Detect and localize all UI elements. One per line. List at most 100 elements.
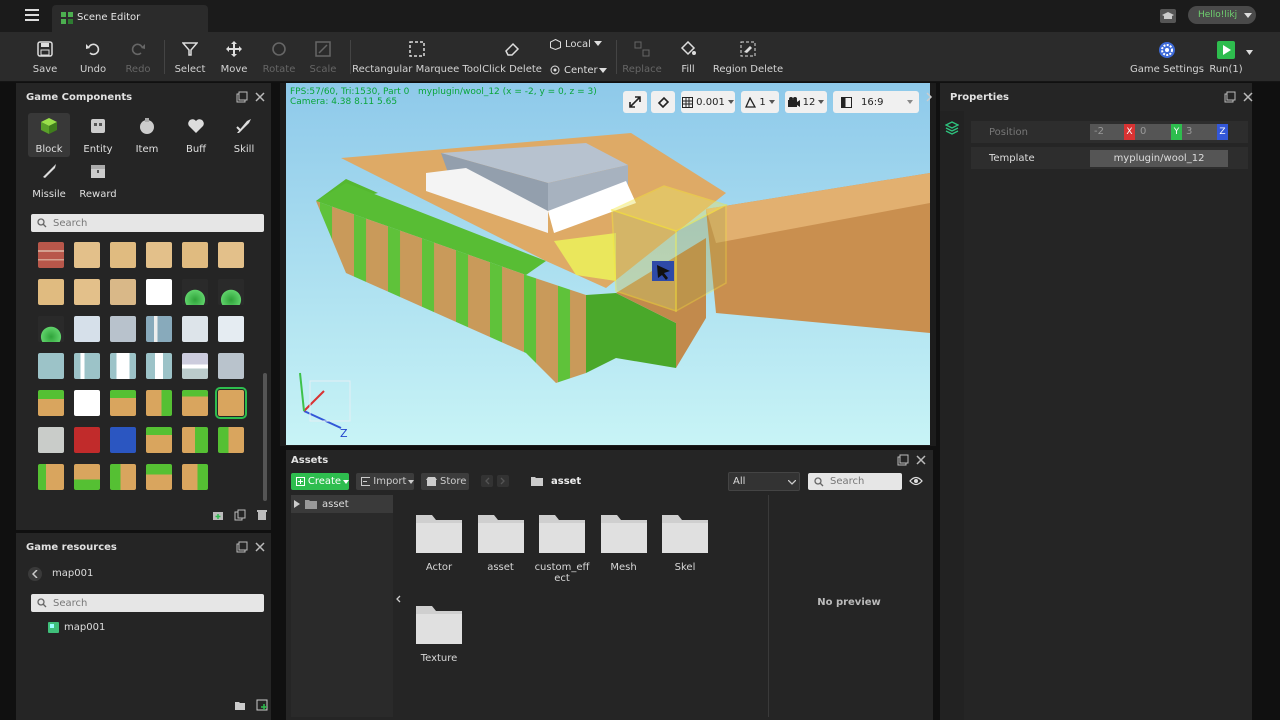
asset-folder[interactable]: Texture <box>409 602 469 664</box>
block-tile[interactable] <box>182 316 208 342</box>
scale-button[interactable]: Scale <box>303 32 343 82</box>
block-tile[interactable] <box>182 464 208 490</box>
close-icon[interactable] <box>254 541 266 553</box>
block-tile[interactable] <box>182 242 208 268</box>
undo-button[interactable]: Undo <box>73 32 113 82</box>
block-tile[interactable] <box>218 427 244 453</box>
component-buff[interactable]: Buff <box>175 113 217 157</box>
local-dropdown[interactable]: Local <box>550 35 606 53</box>
fullscreen-button[interactable] <box>623 91 647 113</box>
save-button[interactable]: Save <box>25 32 65 82</box>
block-tile[interactable] <box>110 464 136 490</box>
scene-editor-tab[interactable]: Scene Editor <box>52 5 208 32</box>
block-tile[interactable] <box>215 387 247 419</box>
block-tile[interactable] <box>38 242 64 268</box>
component-entity[interactable]: Entity <box>77 113 119 157</box>
popout-icon[interactable] <box>1224 91 1236 103</box>
user-menu[interactable]: Hello!likj <box>1188 6 1256 24</box>
component-reward[interactable]: Reward <box>77 158 119 202</box>
eye-icon[interactable] <box>909 476 923 486</box>
popout-icon[interactable] <box>236 91 248 103</box>
redo-button[interactable]: Redo <box>118 32 158 82</box>
block-tile[interactable] <box>38 390 64 416</box>
block-tile[interactable] <box>110 390 136 416</box>
block-tile[interactable] <box>74 390 100 416</box>
select-button[interactable]: Select <box>170 32 210 82</box>
block-tile[interactable] <box>110 353 136 379</box>
block-tile[interactable] <box>182 427 208 453</box>
block-tile[interactable] <box>146 353 172 379</box>
layers-icon[interactable] <box>945 121 959 135</box>
asset-folder[interactable]: Actor <box>409 511 469 573</box>
snap-toggle-button[interactable] <box>651 91 675 113</box>
block-tile[interactable] <box>182 279 208 305</box>
aspect-ratio-dropdown[interactable]: 16:9 <box>833 91 919 113</box>
folder-icon[interactable] <box>234 699 246 711</box>
asset-folder[interactable]: asset <box>471 511 531 573</box>
angle-snap-dropdown[interactable]: 1 <box>741 91 779 113</box>
block-tile[interactable] <box>146 242 172 268</box>
block-tile[interactable] <box>74 242 100 268</box>
nav-back-button[interactable] <box>481 475 493 487</box>
menu-icon[interactable] <box>25 9 39 24</box>
block-tile[interactable] <box>74 427 100 453</box>
copy-icon[interactable] <box>234 509 246 521</box>
region-delete-button[interactable]: Region Delete <box>713 32 783 82</box>
block-tile[interactable] <box>110 316 136 342</box>
block-tile[interactable] <box>110 242 136 268</box>
block-tile[interactable] <box>218 316 244 342</box>
block-tile[interactable] <box>74 353 100 379</box>
popout-icon[interactable] <box>236 541 248 553</box>
import-button[interactable]: Import <box>356 473 414 490</box>
fill-button[interactable]: Fill <box>668 32 708 82</box>
back-button[interactable] <box>28 567 42 581</box>
trash-icon[interactable] <box>256 509 268 521</box>
block-tile[interactable] <box>146 279 172 305</box>
click-delete-button[interactable]: Click Delete <box>482 32 542 82</box>
replace-button[interactable]: Replace <box>622 32 662 82</box>
asset-tree-item-root[interactable]: asset <box>291 495 393 513</box>
block-tile[interactable] <box>38 464 64 490</box>
tiles-scrollbar[interactable] <box>263 373 267 501</box>
rotate-button[interactable]: Rotate <box>258 32 300 82</box>
block-tile[interactable] <box>38 279 64 305</box>
create-button[interactable]: Create <box>291 473 349 490</box>
block-tile[interactable] <box>146 316 172 342</box>
assets-search-input[interactable]: Search <box>808 473 902 490</box>
close-icon[interactable] <box>915 454 927 466</box>
close-icon[interactable] <box>1242 91 1254 103</box>
add-resource-icon[interactable] <box>256 699 268 711</box>
nav-forward-button[interactable] <box>497 475 509 487</box>
asset-folder[interactable]: custom_effect <box>532 511 592 584</box>
block-tile[interactable] <box>146 390 172 416</box>
block-tile[interactable] <box>74 316 100 342</box>
close-icon[interactable] <box>254 91 266 103</box>
block-tile[interactable] <box>218 279 244 305</box>
block-tile[interactable] <box>74 464 100 490</box>
center-dropdown[interactable]: Center <box>550 62 610 78</box>
rectangular-marquee-button[interactable]: Rectangular Marquee Tool <box>352 32 482 82</box>
run-button[interactable]: Run(1) <box>1208 32 1244 82</box>
game-settings-button[interactable]: Game Settings <box>1130 32 1204 82</box>
run-options-chevron-icon[interactable] <box>1246 50 1253 55</box>
component-item[interactable]: Item <box>126 113 168 157</box>
asset-filter-dropdown[interactable]: All <box>728 472 800 491</box>
block-tile[interactable] <box>38 427 64 453</box>
block-tile[interactable] <box>110 279 136 305</box>
graduation-cap-icon[interactable] <box>1159 8 1177 27</box>
grid-size-dropdown[interactable]: 0.001 <box>681 91 735 113</box>
block-tile[interactable] <box>182 353 208 379</box>
block-tile[interactable] <box>38 316 64 342</box>
block-tile[interactable] <box>182 390 208 416</box>
camera-speed-dropdown[interactable]: 12 <box>785 91 827 113</box>
block-tile[interactable] <box>146 427 172 453</box>
scene-viewport[interactable]: Z FPS:57/60, Tri:1530, Part 0 myplugin/w… <box>286 83 930 445</box>
block-tile[interactable] <box>110 427 136 453</box>
component-search-input[interactable]: Search <box>31 214 264 232</box>
block-tile[interactable] <box>218 242 244 268</box>
collapse-properties-button[interactable] <box>925 92 935 108</box>
store-button[interactable]: Store <box>421 473 469 490</box>
asset-folder[interactable]: Skel <box>655 511 715 573</box>
block-tile[interactable] <box>38 353 64 379</box>
template-value[interactable]: myplugin/wool_12 <box>1090 150 1228 167</box>
